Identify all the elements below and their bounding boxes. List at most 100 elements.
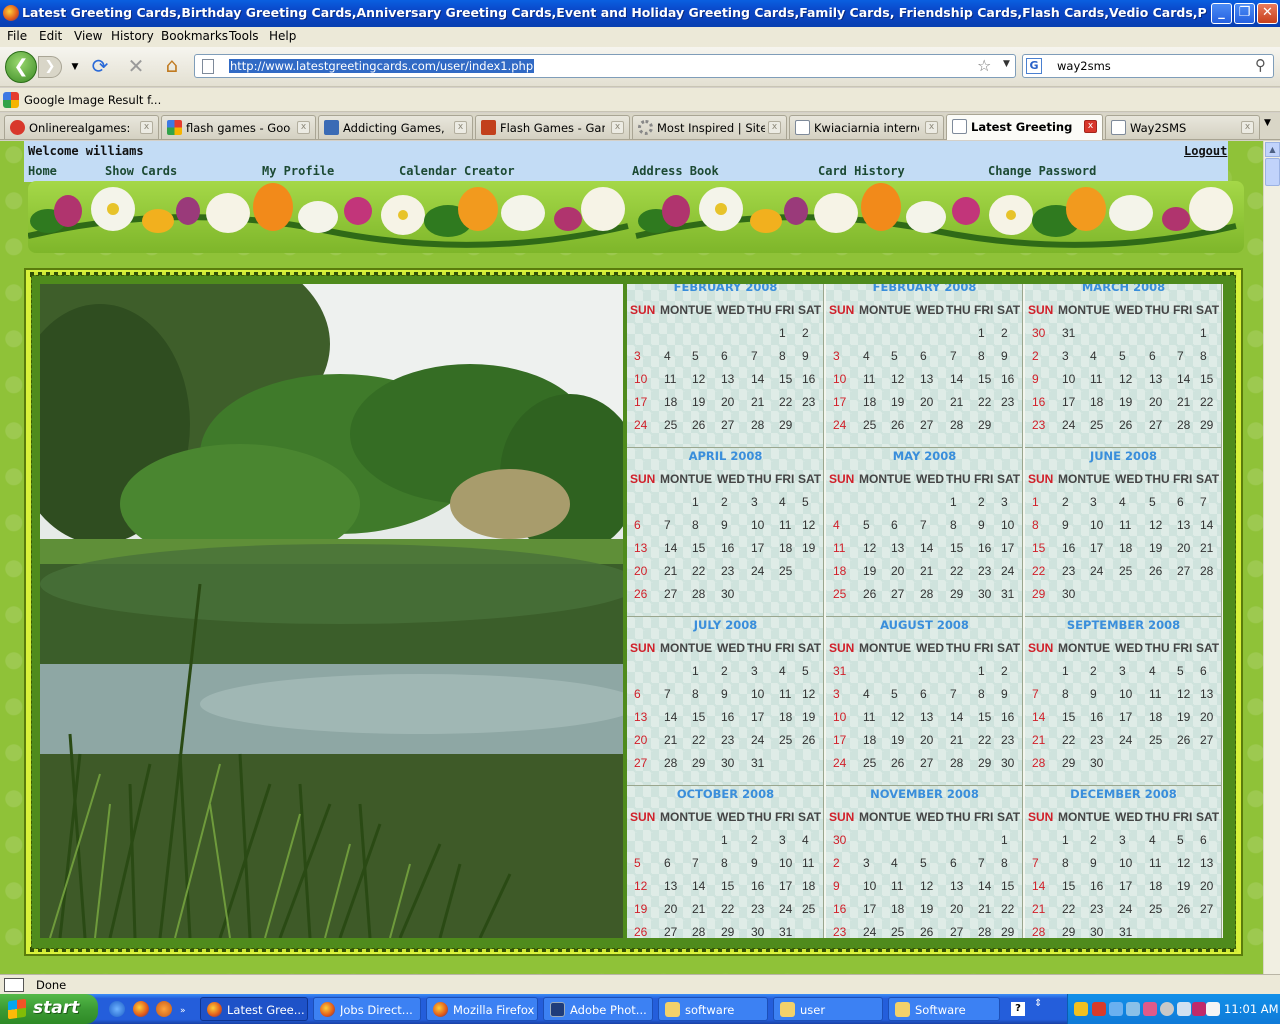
volume-icon[interactable] <box>1177 1002 1191 1016</box>
address-bar[interactable]: http://www.latestgreetingcards.com/user/… <box>194 54 1016 78</box>
bookmark-star-icon[interactable]: ☆ <box>977 56 991 75</box>
calendar-day: 17 <box>751 710 765 724</box>
url-dropdown-icon[interactable]: ▼ <box>1003 59 1010 69</box>
taskbar-window-adobe-photoshop[interactable]: Adobe Phot... <box>543 997 653 1021</box>
url-text[interactable]: http://www.latestgreetingcards.com/user/… <box>229 59 535 73</box>
calendar-day: 8 <box>692 518 699 532</box>
shield-check-icon[interactable] <box>1206 1002 1220 1016</box>
close-tab-icon[interactable]: x <box>140 121 153 134</box>
taskbar-window-latest-greeting[interactable]: Latest Gree... <box>200 997 308 1021</box>
nav-show-cards[interactable]: Show Cards <box>105 164 177 178</box>
security-icon[interactable] <box>1092 1002 1106 1016</box>
weekday-header: SAT <box>798 641 822 655</box>
quicklaunch-more-icon[interactable]: » <box>180 1006 188 1016</box>
close-button[interactable]: ✕ <box>1257 3 1278 24</box>
taskbar-window-mozilla-firefox[interactable]: Mozilla Firefox <box>426 997 538 1021</box>
ie-icon[interactable] <box>109 1001 125 1017</box>
calendar-day: 28 <box>751 418 765 432</box>
search-input[interactable]: way2sms <box>1057 59 1111 73</box>
minimize-button[interactable]: _ <box>1211 3 1232 24</box>
antivirus-icon[interactable] <box>1143 1002 1157 1016</box>
reload-icon[interactable]: ⟳ <box>88 55 112 77</box>
tab-way2sms[interactable]: Way2SMS x <box>1105 115 1260 139</box>
weekday-header: SAT <box>798 472 822 486</box>
nav-change-password[interactable]: Change Password <box>988 164 1096 178</box>
close-tab-icon[interactable]: x <box>925 121 938 134</box>
tab-latest-greeting[interactable]: Latest Greeting ... x <box>946 114 1103 140</box>
media-icon[interactable] <box>156 1001 172 1017</box>
close-tab-icon[interactable]: x <box>1084 120 1097 133</box>
window-title-bar[interactable]: Latest Greeting Cards,Birthday Greeting … <box>0 0 1280 27</box>
calendar-day: 5 <box>891 687 898 701</box>
calendar-day: 3 <box>1001 495 1008 509</box>
calendar-day: 22 <box>779 395 793 409</box>
scrollbar-thumb[interactable] <box>1265 158 1280 186</box>
calendar-day: 14 <box>1032 879 1046 893</box>
menu-bookmarks[interactable]: Bookmarks <box>161 29 228 43</box>
start-button[interactable]: start <box>0 994 98 1024</box>
network-icon[interactable] <box>1109 1002 1123 1016</box>
month-title: DECEMBER 2008 <box>1070 787 1177 801</box>
nav-home[interactable]: Home <box>28 164 57 178</box>
menu-tools[interactable]: Tools <box>229 29 259 43</box>
close-tab-icon[interactable]: x <box>454 121 467 134</box>
bookmark-item[interactable]: Google Image Result f... <box>24 93 161 107</box>
calendar-day: 22 <box>721 902 735 916</box>
firefox-icon[interactable] <box>133 1001 149 1017</box>
calendar-day: 22 <box>1200 395 1214 409</box>
home-icon[interactable]: ⌂ <box>160 54 184 76</box>
logout-link[interactable]: Logout <box>1184 144 1227 158</box>
menu-help[interactable]: Help <box>269 29 296 43</box>
help-icon[interactable]: ? <box>1011 1002 1025 1016</box>
scroll-up-icon[interactable]: ▲ <box>1265 142 1280 157</box>
calendar-day: 13 <box>891 541 905 555</box>
stop-icon[interactable]: ✕ <box>124 55 148 77</box>
calendar-day: 19 <box>891 733 905 747</box>
tab-flash-games-google[interactable]: flash games - Googl... x <box>161 115 316 139</box>
taskbar-scroll-icon[interactable]: ⇕ <box>1034 998 1046 1020</box>
calendar-day: 1 <box>1062 664 1069 678</box>
search-icon[interactable]: ⚲ <box>1255 56 1266 74</box>
month-title: JUNE 2008 <box>1089 449 1158 463</box>
calendar-day: 26 <box>634 925 648 938</box>
maximize-button[interactable]: ❐ <box>1234 3 1255 24</box>
menu-file[interactable]: File <box>7 29 27 43</box>
taskbar-window-software-2[interactable]: Software <box>888 997 1000 1021</box>
messenger-icon[interactable] <box>1160 1002 1174 1016</box>
nav-calendar-creator[interactable]: Calendar Creator <box>399 164 515 178</box>
tab-flash-games[interactable]: Flash Games - Gam... x <box>475 115 630 139</box>
menu-view[interactable]: View <box>74 29 102 43</box>
weekday-header: SUN <box>630 810 656 824</box>
back-button[interactable]: ❮ <box>5 51 37 83</box>
menu-history[interactable]: History <box>111 29 154 43</box>
calendar-day: 20 <box>634 564 648 578</box>
shield-icon[interactable] <box>1074 1002 1088 1016</box>
calendar-day: 16 <box>978 541 992 555</box>
update-icon[interactable] <box>1192 1002 1206 1016</box>
weekday-header: MON <box>660 303 688 317</box>
close-tab-icon[interactable]: x <box>611 121 624 134</box>
taskbar-window-software[interactable]: software <box>658 997 768 1021</box>
history-dropdown-icon[interactable]: ▼ <box>63 56 87 78</box>
calendar-day: 4 <box>1090 349 1097 363</box>
search-box[interactable]: G way2sms ⚲ <box>1022 54 1274 78</box>
close-tab-icon[interactable]: x <box>768 121 781 134</box>
nav-card-history[interactable]: Card History <box>818 164 905 178</box>
nav-address-book[interactable]: Address Book <box>632 164 719 178</box>
list-all-tabs-icon[interactable]: ▼ <box>1264 118 1271 128</box>
tab-kwiaciarnia[interactable]: Kwiaciarnia internet... x <box>789 115 944 139</box>
taskbar-window-user[interactable]: user <box>773 997 883 1021</box>
connection-icon[interactable] <box>1126 1002 1140 1016</box>
close-tab-icon[interactable]: x <box>1241 121 1254 134</box>
google-search-engine-icon[interactable]: G <box>1026 58 1042 74</box>
forward-button[interactable]: ❯ <box>38 56 62 78</box>
close-tab-icon[interactable]: x <box>297 121 310 134</box>
menu-edit[interactable]: Edit <box>39 29 62 43</box>
nav-my-profile[interactable]: My Profile <box>262 164 334 178</box>
tab-onlinerealgames[interactable]: Onlinerealgames:Pl... x <box>4 115 159 139</box>
tab-most-inspired[interactable]: Most Inspired | Sites x <box>632 115 787 139</box>
tab-addicting-games[interactable]: Addicting Games, Fl... x <box>318 115 473 139</box>
vertical-scrollbar[interactable]: ▲ <box>1263 141 1280 974</box>
calendar-day: 9 <box>1062 518 1069 532</box>
taskbar-window-jobs-direct[interactable]: Jobs Direct... <box>313 997 421 1021</box>
